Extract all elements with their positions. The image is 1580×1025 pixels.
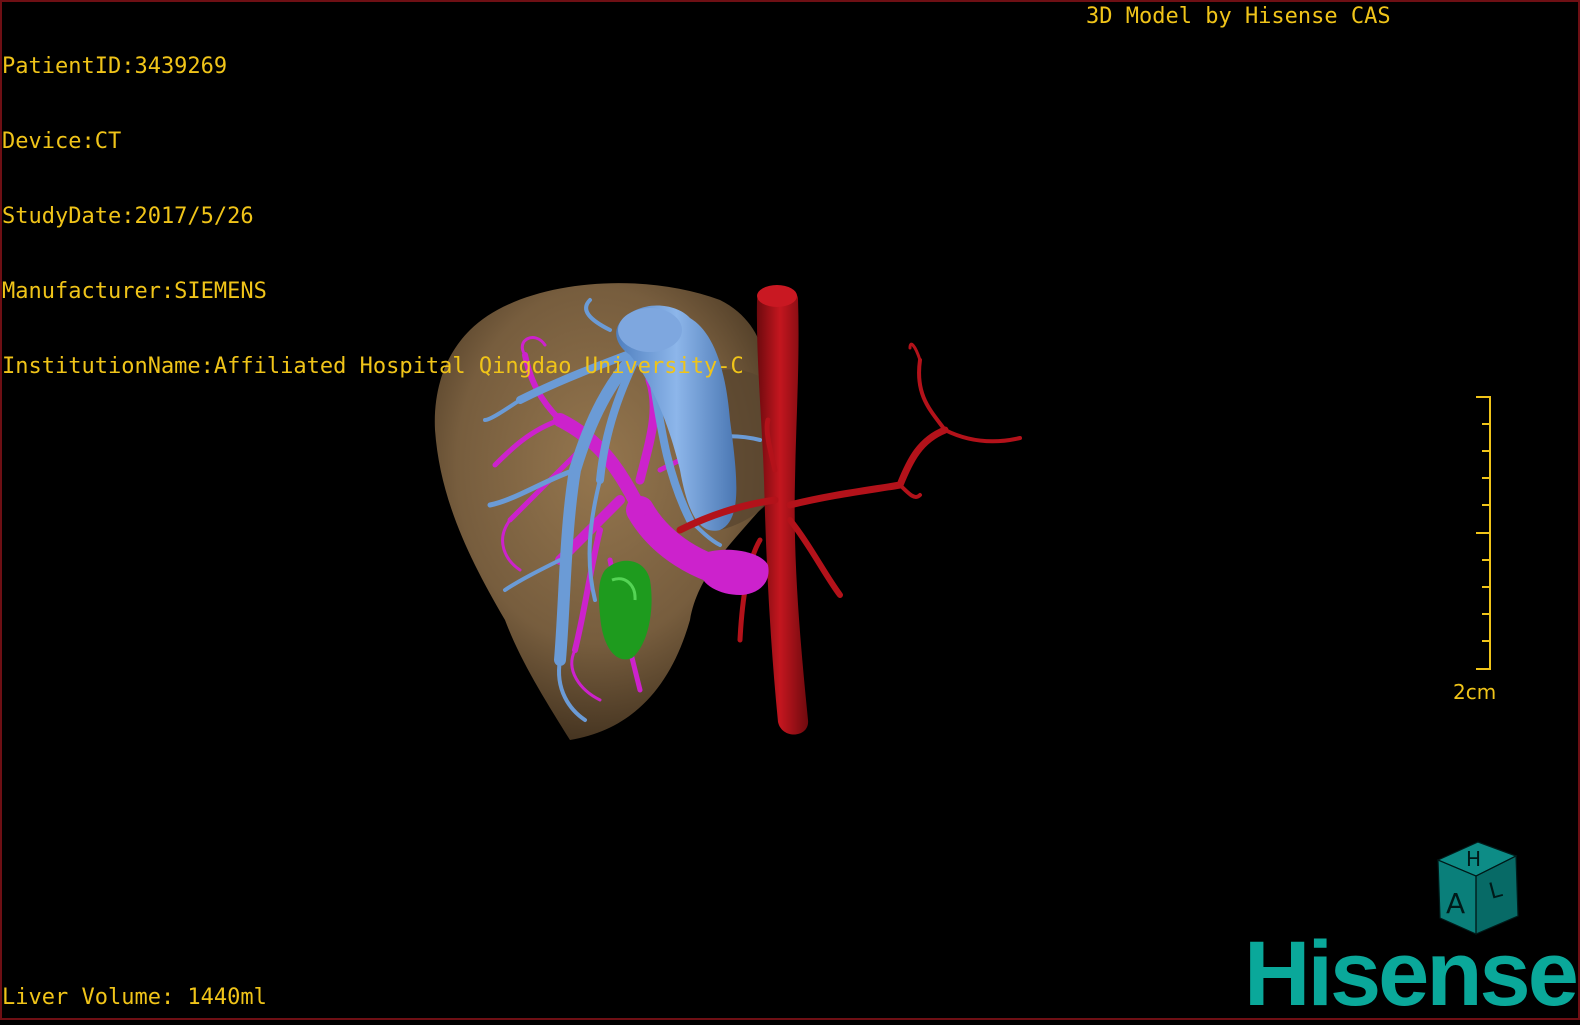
hisense-logo: Hisense (1244, 923, 1579, 1025)
device-text: Device:CT (2, 129, 122, 154)
scale-bar-label: 2cm (1453, 680, 1497, 704)
institution-text: InstitutionName:Affiliated Hospital Qing… (2, 354, 744, 379)
manufacturer-text: Manufacturer:SIEMENS (2, 279, 267, 304)
patient-id-text: PatientID:3439269 (2, 54, 228, 79)
liver-volume-text: Liver Volume: 1440ml (2, 985, 267, 1010)
aorta-cut-surface (757, 285, 797, 307)
model-credit-text: 3D Model by Hisense CAS (1086, 4, 1391, 29)
study-date-text: StudyDate:2017/5/26 (2, 204, 254, 229)
scale-bar (1476, 396, 1491, 670)
study-info-overlay: PatientID:3439269 Device:CT StudyDate:20… (2, 4, 744, 404)
cube-label-h: H (1466, 847, 1481, 871)
portal-vein-trunk (700, 549, 769, 595)
aorta (756, 287, 809, 735)
cube-label-a: A (1446, 887, 1465, 920)
